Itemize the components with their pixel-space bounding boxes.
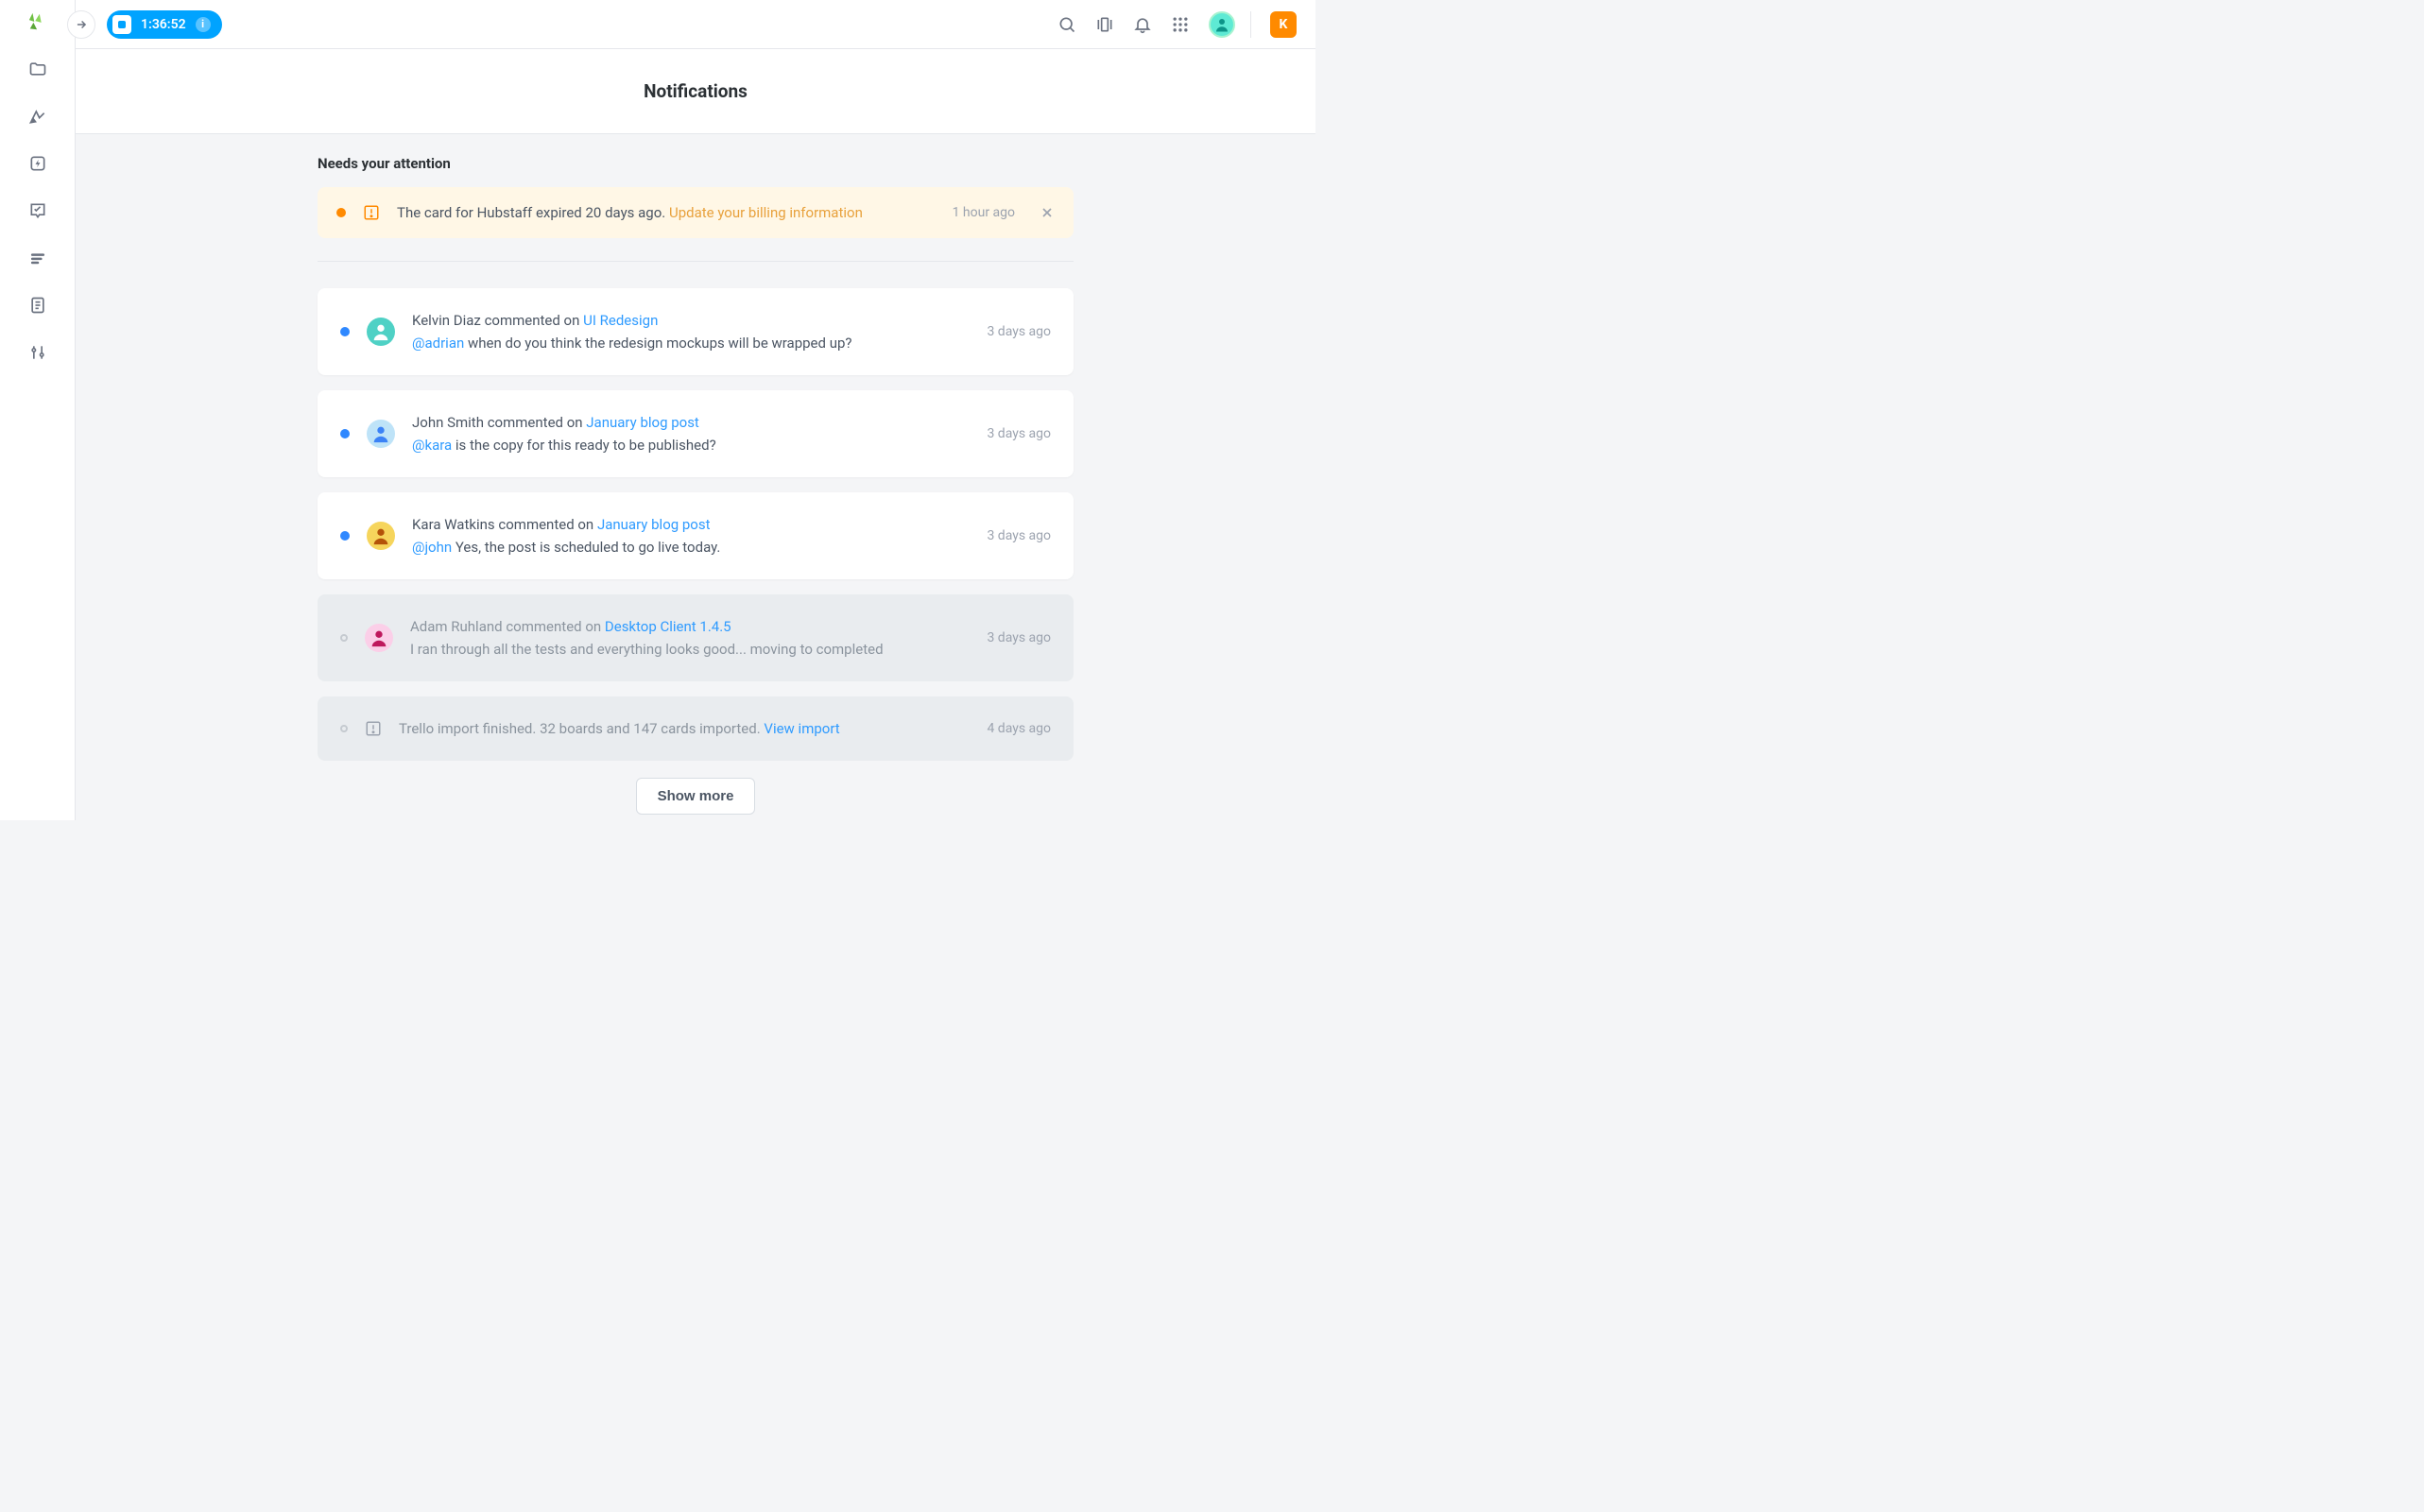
app-logo[interactable] — [27, 11, 48, 32]
message-text: when do you think the redesign mockups w… — [464, 335, 851, 352]
notification-time: 3 days ago — [987, 528, 1051, 543]
section-divider — [318, 261, 1074, 262]
nav-forward-button[interactable] — [67, 10, 95, 39]
mention[interactable]: @john — [412, 539, 452, 556]
alert-icon — [363, 204, 380, 221]
unread-dot — [340, 327, 350, 336]
target-link[interactable]: Desktop Client 1.4.5 — [605, 618, 731, 635]
message-text: Yes, the post is scheduled to go live to… — [452, 539, 720, 556]
notification-item[interactable]: John Smith commented on January blog pos… — [318, 390, 1074, 477]
read-dot — [340, 634, 348, 642]
user-avatar — [367, 522, 395, 550]
unread-dot — [340, 531, 350, 541]
target-link[interactable]: January blog post — [597, 516, 711, 533]
page-title: Notifications — [644, 80, 748, 102]
system-text: Trello import finished. 32 boards and 14… — [399, 720, 761, 737]
user-avatar — [367, 420, 395, 448]
notification-time: 4 days ago — [987, 721, 1051, 736]
timer-value: 1:36:52 — [141, 17, 186, 32]
notification-body: Adam Ruhland commented on Desktop Client… — [410, 615, 970, 661]
sidebar-doc-icon[interactable] — [27, 295, 48, 316]
author-name: Kara Watkins — [412, 516, 495, 533]
message-text: is the copy for this ready to be publish… — [452, 437, 715, 454]
author-name: John Smith — [412, 414, 484, 431]
sidebar — [0, 0, 76, 820]
notification-item[interactable]: Kelvin Diaz commented on UI Redesign @ad… — [318, 288, 1074, 375]
notification-item[interactable]: Trello import finished. 32 boards and 14… — [318, 696, 1074, 761]
divider — [1250, 11, 1251, 38]
sidebar-folder-icon[interactable] — [27, 59, 48, 79]
close-icon[interactable] — [1040, 205, 1055, 220]
target-link[interactable]: January blog post — [586, 414, 699, 431]
mention[interactable]: @adrian — [412, 335, 464, 352]
apps-grid-icon[interactable] — [1171, 15, 1190, 34]
user-avatar[interactable] — [1209, 11, 1235, 38]
notification-body: John Smith commented on January blog pos… — [412, 411, 970, 456]
alert-time: 1 hour ago — [953, 205, 1015, 220]
notification-time: 3 days ago — [987, 630, 1051, 645]
topbar: 1:36:52 i — [76, 0, 1315, 49]
mention[interactable]: @kara — [412, 437, 452, 454]
show-more-button[interactable]: Show more — [636, 778, 756, 815]
sidebar-settings-icon[interactable] — [27, 342, 48, 363]
author-name: Kelvin Diaz — [412, 312, 481, 329]
sidebar-bolt-icon[interactable] — [27, 153, 48, 174]
message-text: I ran through all the tests and everythi… — [410, 641, 884, 658]
notification-body: Trello import finished. 32 boards and 14… — [399, 717, 970, 740]
notifications-feed: Needs your attention The card for Hubsta… — [318, 134, 1074, 820]
unread-dot — [340, 429, 350, 438]
author-name: Adam Ruhland — [410, 618, 503, 635]
unread-dot — [336, 208, 346, 217]
notifications-bell-icon[interactable] — [1133, 15, 1152, 34]
page-header: Notifications — [76, 49, 1315, 134]
timer-pill[interactable]: 1:36:52 i — [107, 10, 222, 39]
panels-icon[interactable] — [1095, 15, 1114, 34]
alert-text: The card for Hubstaff expired 20 days ag… — [397, 204, 863, 221]
timer-info-icon[interactable]: i — [196, 17, 211, 32]
user-avatar — [367, 318, 395, 346]
alert-link[interactable]: Update your billing information — [669, 204, 863, 221]
notification-item[interactable]: Adam Ruhland commented on Desktop Client… — [318, 594, 1074, 681]
notification-body: Kara Watkins commented on January blog p… — [412, 513, 970, 558]
user-avatar — [365, 624, 393, 652]
attention-section-title: Needs your attention — [318, 155, 1074, 172]
target-link[interactable]: UI Redesign — [583, 312, 658, 329]
notification-time: 3 days ago — [987, 324, 1051, 339]
import-icon — [365, 720, 382, 737]
main-area: 1:36:52 i — [76, 0, 1315, 820]
read-dot — [340, 725, 348, 732]
timer-stop-icon[interactable] — [112, 15, 131, 34]
sidebar-check-icon[interactable] — [27, 200, 48, 221]
workspace-badge[interactable]: K — [1270, 11, 1297, 38]
notification-item[interactable]: Kara Watkins commented on January blog p… — [318, 492, 1074, 579]
content: Needs your attention The card for Hubsta… — [76, 134, 1315, 820]
notification-time: 3 days ago — [987, 426, 1051, 441]
search-icon[interactable] — [1057, 15, 1076, 34]
billing-alert: The card for Hubstaff expired 20 days ag… — [318, 187, 1074, 238]
sidebar-run-icon[interactable] — [27, 106, 48, 127]
sidebar-list-icon[interactable] — [27, 248, 48, 268]
notification-body: Kelvin Diaz commented on UI Redesign @ad… — [412, 309, 970, 354]
system-link[interactable]: View import — [764, 720, 839, 737]
